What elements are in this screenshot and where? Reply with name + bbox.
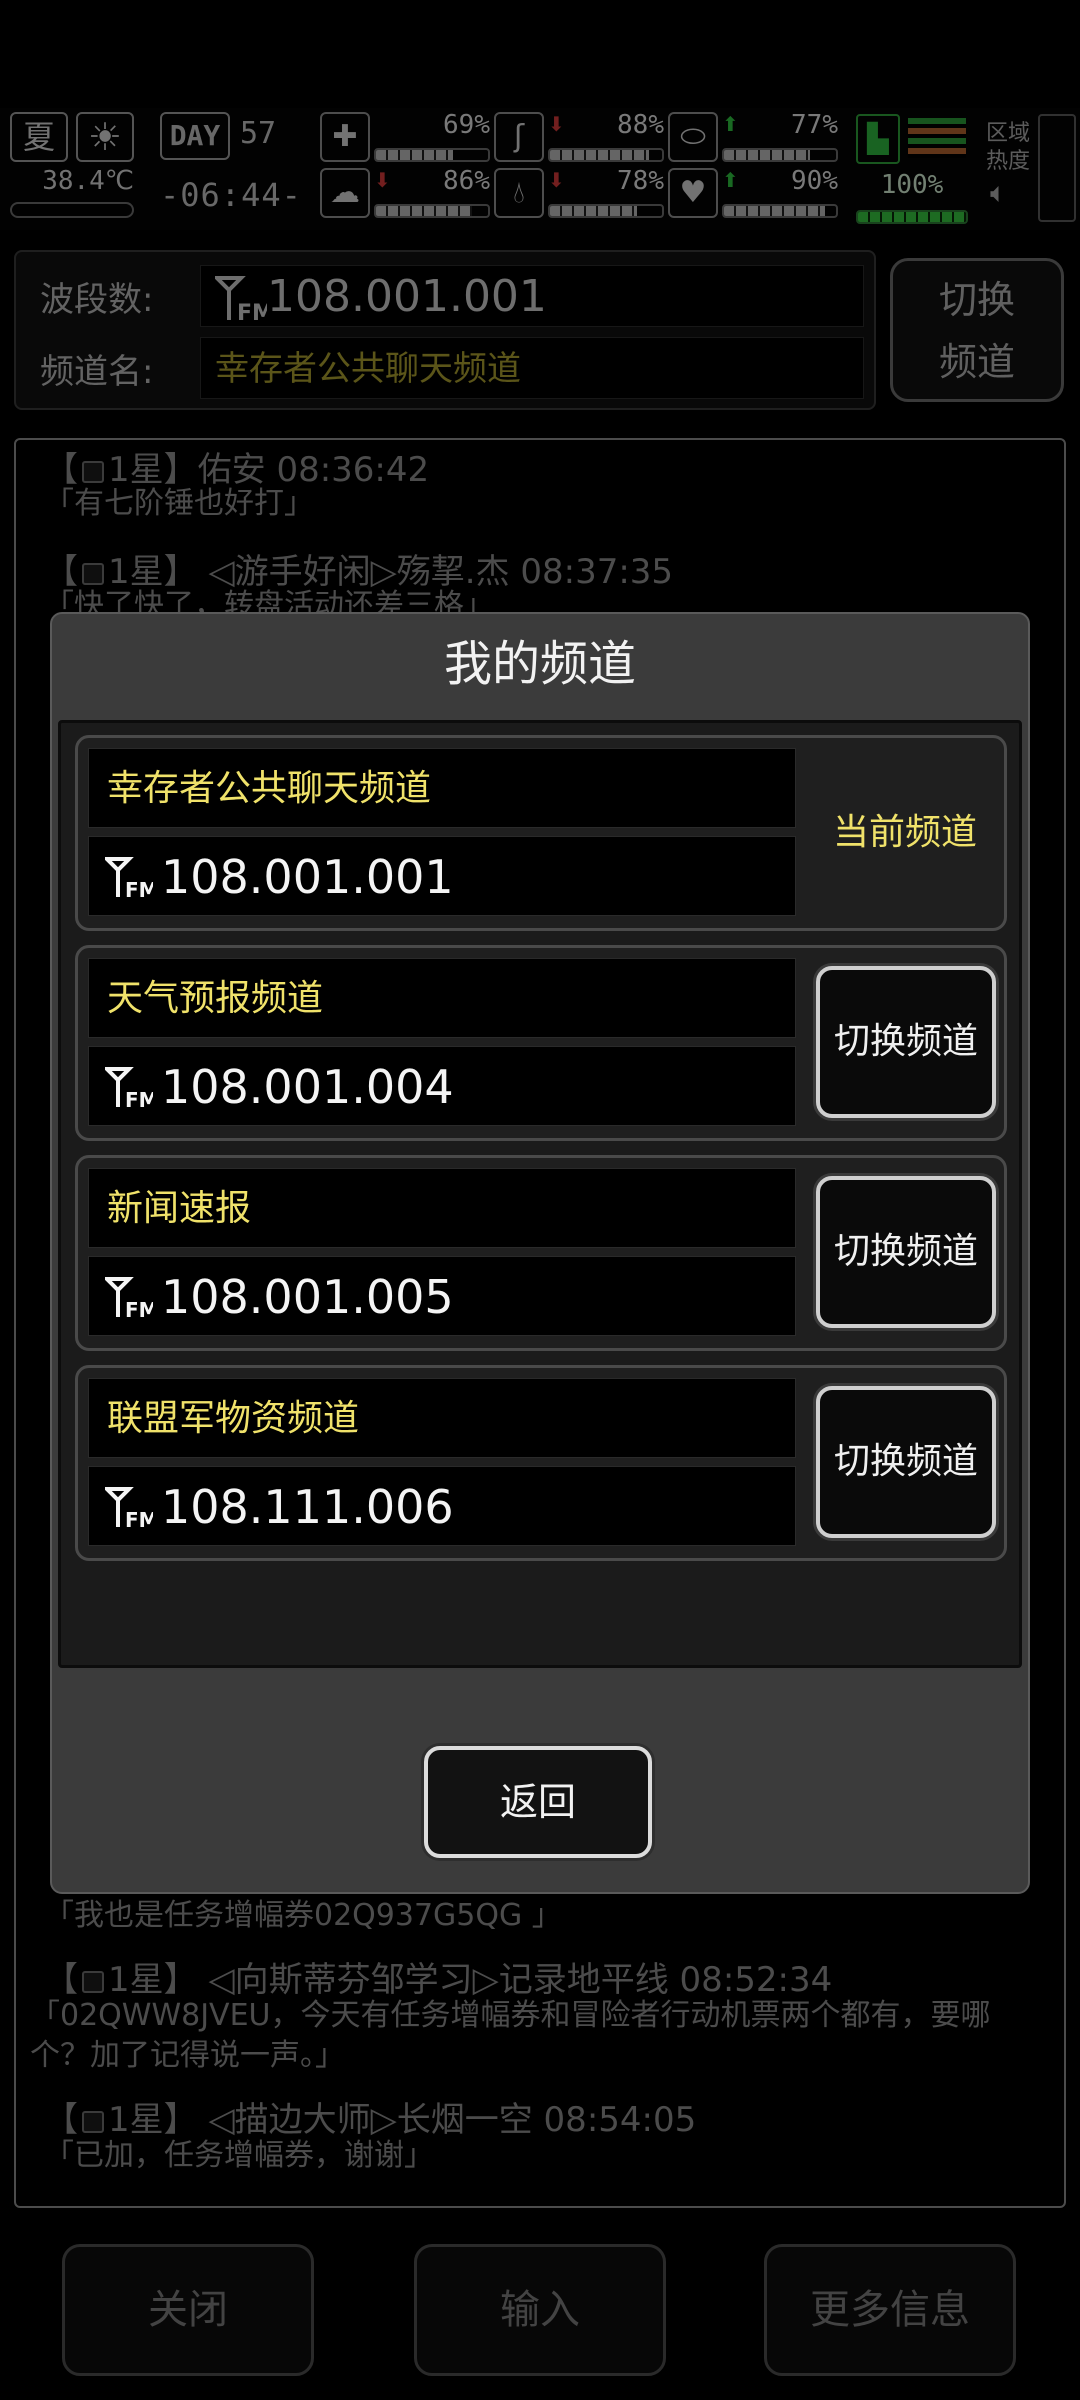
antenna-fm-icon: FM (102, 1065, 159, 1112)
switch-channel-button[interactable]: 切换频道 (816, 1176, 996, 1328)
switch-channel-button[interactable]: 切换频道 (816, 1386, 996, 1538)
antenna-fm-icon: FM (102, 1485, 159, 1532)
antenna-fm-icon: FM (102, 855, 159, 902)
channel-freq-box: FM 108.001.001 (88, 836, 796, 916)
svg-text:FM: FM (125, 1298, 153, 1319)
channel-name-box: 幸存者公共聊天频道 (88, 748, 796, 828)
channel-frequency: 108.001.004 (161, 1060, 454, 1114)
channel-freq-box: FM 108.001.005 (88, 1256, 796, 1336)
channel-name: 新闻速报 (107, 1188, 252, 1229)
current-channel-label: 当前频道 (832, 812, 977, 853)
svg-text:FM: FM (125, 1508, 153, 1529)
channel-frequency: 108.001.001 (161, 850, 454, 904)
channel-card: 联盟军物资频道 FM 108.111.006 切换频道 (75, 1365, 1007, 1561)
channel-name-box: 联盟军物资频道 (88, 1378, 796, 1458)
channel-freq-box: FM 108.001.004 (88, 1046, 796, 1126)
svg-text:FM: FM (125, 878, 153, 899)
channel-freq-box: FM 108.111.006 (88, 1466, 796, 1546)
channel-name: 天气预报频道 (107, 978, 324, 1019)
channel-name-box: 新闻速报 (88, 1168, 796, 1248)
antenna-fm-icon: FM (102, 1275, 159, 1322)
my-channels-dialog: 我的频道 幸存者公共聊天频道 FM 108.001.001 当前频道 天气预报频… (50, 612, 1030, 1894)
channel-name: 联盟军物资频道 (107, 1398, 360, 1439)
channel-card: 新闻速报 FM 108.001.005 切换频道 (75, 1155, 1007, 1351)
channel-frequency: 108.001.005 (161, 1270, 454, 1324)
channel-card: 幸存者公共聊天频道 FM 108.001.001 当前频道 (75, 735, 1007, 931)
channel-list: 幸存者公共聊天频道 FM 108.001.001 当前频道 天气预报频道 FM … (58, 720, 1022, 1668)
channel-name-box: 天气预报频道 (88, 958, 796, 1038)
switch-channel-button[interactable]: 切换频道 (816, 966, 996, 1118)
channel-name: 幸存者公共聊天频道 (107, 768, 432, 809)
dialog-title: 我的频道 (443, 636, 636, 692)
svg-text:FM: FM (125, 1088, 153, 1109)
channel-card: 天气预报频道 FM 108.001.004 切换频道 (75, 945, 1007, 1141)
channel-frequency: 108.111.006 (161, 1480, 454, 1534)
back-button[interactable]: 返回 (424, 1746, 652, 1858)
